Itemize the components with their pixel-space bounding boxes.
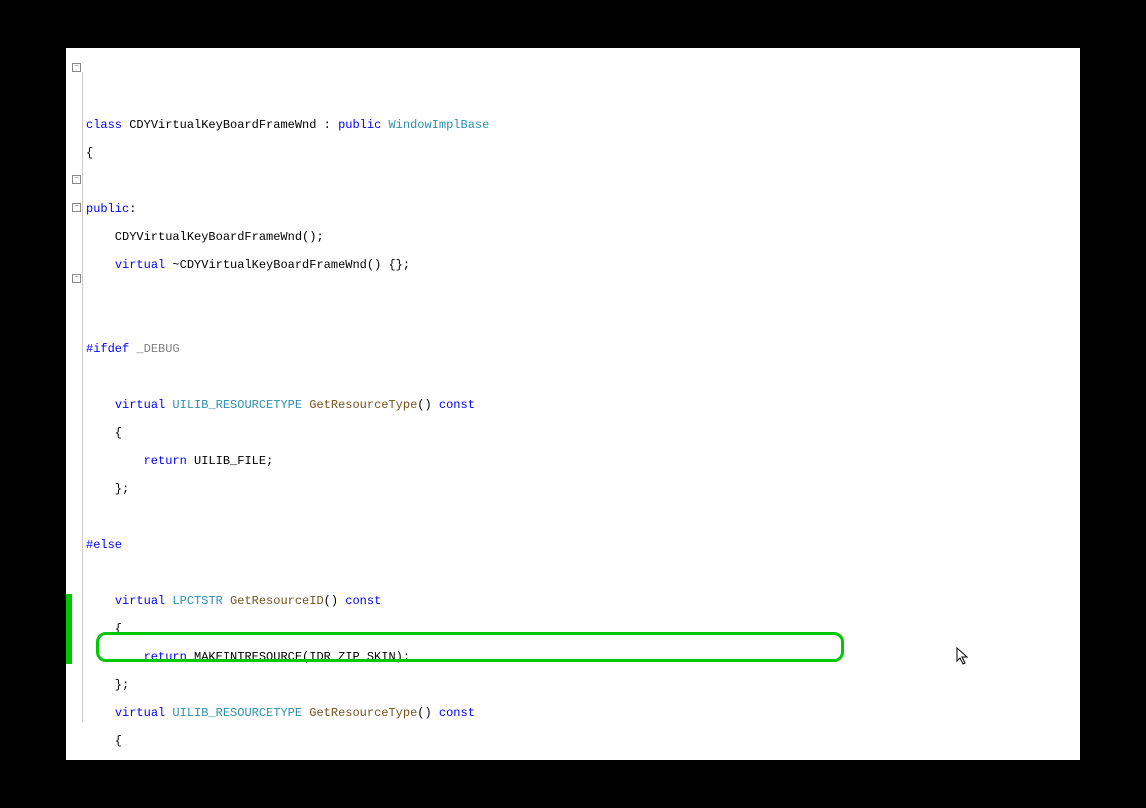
fold-line bbox=[82, 72, 83, 722]
code-line: class CDYVirtualKeyBoardFrameWnd : publi… bbox=[66, 118, 1080, 132]
code-line: { bbox=[66, 146, 1080, 160]
code-line bbox=[66, 510, 1080, 524]
code-line: { bbox=[66, 426, 1080, 440]
fold-gutter: − − − − bbox=[72, 62, 84, 160]
code-line: #else bbox=[66, 538, 1080, 552]
highlight-annotation bbox=[96, 632, 844, 662]
mouse-cursor-icon bbox=[898, 633, 970, 682]
code-line: }; bbox=[66, 482, 1080, 496]
fold-box[interactable]: − bbox=[72, 175, 81, 184]
code-line: #ifdef _DEBUG bbox=[66, 342, 1080, 356]
code-line: CDYVirtualKeyBoardFrameWnd(); bbox=[66, 230, 1080, 244]
code-line: virtual ~CDYVirtualKeyBoardFrameWnd() {}… bbox=[66, 258, 1080, 272]
code-line: { bbox=[66, 734, 1080, 748]
change-marker bbox=[66, 594, 72, 664]
code-line bbox=[66, 286, 1080, 300]
code-editor[interactable]: − − − − class CDYVirtualKeyBoardFrameWnd… bbox=[66, 48, 1080, 760]
code-line bbox=[66, 174, 1080, 188]
code-line: virtual LPCTSTR GetResourceID() const bbox=[66, 594, 1080, 608]
code-line: virtual UILIB_RESOURCETYPE GetResourceTy… bbox=[66, 706, 1080, 720]
code-line bbox=[66, 314, 1080, 328]
code-line: virtual UILIB_RESOURCETYPE GetResourceTy… bbox=[66, 398, 1080, 412]
code-line bbox=[66, 566, 1080, 580]
fold-box[interactable]: − bbox=[72, 274, 81, 283]
code-line: public: bbox=[66, 202, 1080, 216]
code-line: return UILIB_FILE; bbox=[66, 454, 1080, 468]
fold-box[interactable]: − bbox=[72, 63, 81, 72]
code-line bbox=[66, 370, 1080, 384]
fold-box[interactable]: − bbox=[72, 203, 81, 212]
code-content: − − − − class CDYVirtualKeyBoardFrameWnd… bbox=[66, 48, 1080, 760]
